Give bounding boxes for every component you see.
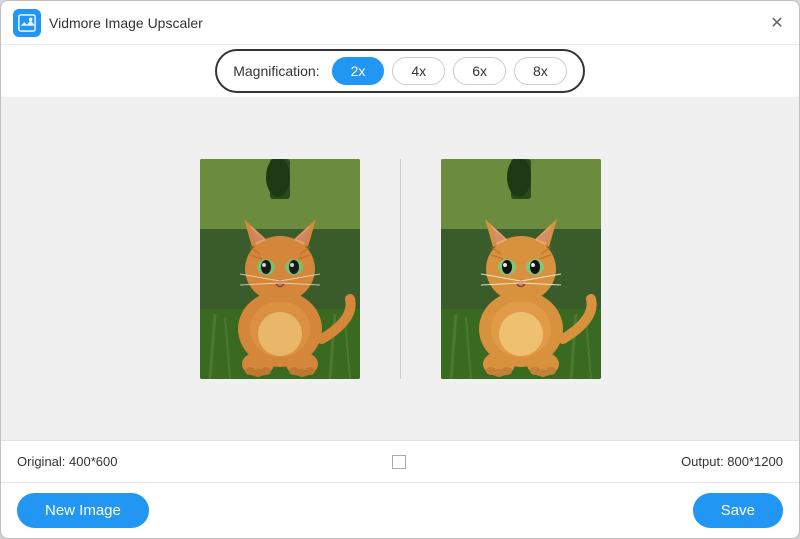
app-window: Vidmore Image Upscaler ✕ Magnification: … (0, 0, 800, 539)
magnification-label: Magnification: (233, 63, 319, 79)
original-cat-svg (200, 159, 360, 379)
magnification-group: Magnification: 2x 4x 6x 8x (215, 49, 585, 93)
original-image-panel (200, 159, 360, 379)
compare-checkbox[interactable] (392, 455, 406, 469)
output-image (441, 159, 601, 379)
close-button[interactable]: ✕ (767, 13, 787, 33)
title-left: Vidmore Image Upscaler (13, 9, 203, 37)
magnification-bar: Magnification: 2x 4x 6x 8x (1, 45, 799, 97)
mag-button-8x[interactable]: 8x (514, 57, 567, 85)
footer: New Image Save (1, 482, 799, 538)
original-image (200, 159, 360, 379)
info-bar: Original: 400*600 Output: 800*1200 (1, 440, 799, 482)
main-area (1, 97, 799, 440)
title-bar: Vidmore Image Upscaler ✕ (1, 1, 799, 45)
original-size-label: Original: 400*600 (17, 454, 117, 469)
output-cat-svg (441, 159, 601, 379)
save-button[interactable]: Save (693, 493, 783, 528)
image-divider (400, 159, 401, 379)
mag-button-2x[interactable]: 2x (332, 57, 385, 85)
app-icon (13, 9, 41, 37)
output-size-label: Output: 800*1200 (681, 454, 783, 469)
new-image-button[interactable]: New Image (17, 493, 149, 528)
window-title: Vidmore Image Upscaler (49, 15, 203, 31)
output-image-panel (441, 159, 601, 379)
mag-button-6x[interactable]: 6x (453, 57, 506, 85)
mag-button-4x[interactable]: 4x (392, 57, 445, 85)
app-logo-icon (18, 14, 36, 32)
